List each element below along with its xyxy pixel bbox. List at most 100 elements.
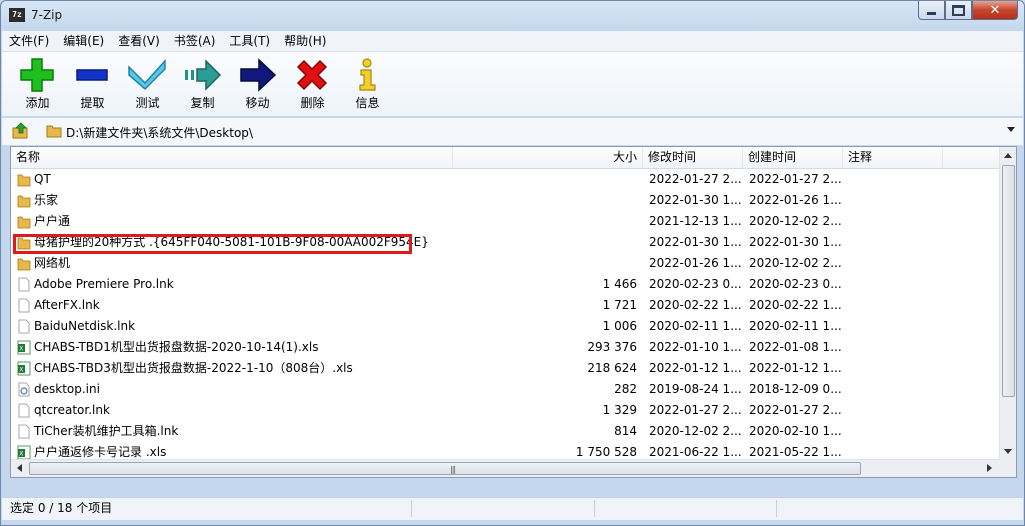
file-name-cell: 户户通: [17, 211, 447, 232]
scroll-grip-icon: |||: [450, 465, 456, 474]
file-name: desktop.ini: [34, 382, 100, 396]
menu-tools[interactable]: 工具(T): [222, 31, 277, 51]
menu-bar: 文件(F) 编辑(E) 查看(V) 书签(A) 工具(T) 帮助(H): [2, 31, 1023, 52]
file-name: AfterFX.lnk: [34, 298, 100, 312]
title-bar[interactable]: 7z 7-Zip ✕: [1, 1, 1024, 31]
test-button[interactable]: 测试: [120, 52, 175, 114]
file-row[interactable]: qtcreator.lnk 1 329 2022-01-27 2... 2022-01…: [11, 400, 1001, 421]
column-comment[interactable]: 注释: [843, 147, 943, 168]
file-size: [457, 253, 637, 274]
delete-label: 删除: [300, 96, 325, 110]
vertical-scroll-thumb[interactable]: [1002, 165, 1015, 397]
file-modified: 2022-01-27 2...: [649, 172, 741, 186]
delete-button[interactable]: 删除: [285, 52, 340, 114]
minimize-icon: [927, 11, 936, 15]
up-folder-icon[interactable]: [12, 122, 30, 140]
scroll-up-icon[interactable]: [1004, 153, 1012, 158]
add-button[interactable]: 添加: [10, 52, 65, 114]
file-created: 2020-02-10 1...: [749, 424, 841, 438]
add-label: 添加: [25, 96, 50, 110]
move-button[interactable]: 移动: [230, 52, 285, 114]
file-name-cell: QT: [17, 169, 447, 190]
copy-button[interactable]: 复制: [175, 52, 230, 114]
scroll-down-icon[interactable]: [1004, 449, 1012, 454]
file-name: 户户通: [34, 214, 71, 228]
list-rows: QT 2022-01-27 2... 2022-01-27 2... 乐家 2022-0…: [11, 169, 1001, 477]
file-name-cell: desktop.ini: [17, 379, 447, 400]
address-input[interactable]: D:\新建文件夹\系统文件\Desktop\: [66, 124, 253, 141]
toolbar: 添加 提取 测试 复制 移动 删除 信息: [2, 52, 1023, 116]
horizontal-scroll-thumb[interactable]: |||: [29, 462, 861, 475]
minimize-button[interactable]: [918, 1, 945, 20]
file-name: CHABS-TBD3机型出货报盘数据-2022-1-10（808台）.xls: [34, 361, 353, 375]
file-name: QT: [34, 172, 51, 186]
file-created: 2020-02-23 0...: [749, 277, 841, 291]
maximize-button[interactable]: [945, 1, 972, 20]
file-name-cell: TiCher装机维护工具箱.lnk: [17, 421, 447, 442]
file-modified: 2022-01-27 2...: [649, 403, 741, 417]
file-name-cell: X CHABS-TBD3机型出货报盘数据-2022-1-10（808台）.xls: [17, 358, 447, 379]
menu-bookmarks[interactable]: 书签(A): [167, 31, 223, 51]
file-created: 2022-01-30 1...: [749, 235, 841, 249]
checkmark-icon: [128, 59, 166, 91]
file-name-cell: qtcreator.lnk: [17, 400, 447, 421]
info-button[interactable]: 信息: [340, 52, 395, 114]
extract-button[interactable]: 提取: [65, 52, 120, 114]
file-name: qtcreator.lnk: [34, 403, 110, 417]
file-name: TiCher装机维护工具箱.lnk: [34, 424, 179, 438]
close-button[interactable]: ✕: [972, 1, 1018, 20]
file-icon: [17, 424, 31, 439]
column-name[interactable]: 名称: [11, 147, 453, 168]
file-row[interactable]: Adobe Premiere Pro.lnk 1 466 2020-02-23 0.…: [11, 274, 1001, 295]
menu-edit[interactable]: 编辑(E): [56, 31, 111, 51]
file-name-cell: 乐家: [17, 190, 447, 211]
file-row[interactable]: desktop.ini 282 2019-08-24 1... 2018-12-09 …: [11, 379, 1001, 400]
file-size: 1 329: [602, 403, 637, 417]
file-row[interactable]: AfterFX.lnk 1 721 2020-02-22 1... 2020-02-2…: [11, 295, 1001, 316]
scroll-right-icon[interactable]: [987, 464, 992, 472]
file-name: 网络机: [34, 256, 71, 270]
file-row[interactable]: X CHABS-TBD3机型出货报盘数据-2022-1-10（808台）.xls 2…: [11, 358, 1001, 379]
file-size: 218 624: [587, 361, 637, 375]
file-row[interactable]: 乐家 2022-01-30 1... 2022-01-26 1...: [11, 190, 1001, 211]
address-dropdown-icon[interactable]: [1007, 127, 1015, 132]
file-row[interactable]: 网络机 2022-01-26 1... 2020-12-02 2...: [11, 253, 1001, 274]
copy-arrow-icon: [185, 59, 222, 91]
horizontal-scrollbar[interactable]: |||: [11, 459, 1001, 477]
file-row[interactable]: 户户通 2021-12-13 1... 2020-12-02 2...: [11, 211, 1001, 232]
file-name-cell: AfterFX.lnk: [17, 295, 447, 316]
menu-help[interactable]: 帮助(H): [277, 31, 333, 51]
file-created: 2020-12-02 2...: [749, 256, 841, 270]
status-panel-date: [596, 500, 777, 517]
column-modified[interactable]: 修改时间: [643, 147, 743, 168]
file-row[interactable]: BaiduNetdisk.lnk 1 006 2020-02-11 1... 2020…: [11, 316, 1001, 337]
status-panel-size: [414, 500, 595, 517]
file-created: 2022-01-27 2...: [749, 403, 841, 417]
file-name: Adobe Premiere Pro.lnk: [34, 277, 174, 291]
scroll-left-icon[interactable]: [17, 464, 22, 472]
scroll-corner: [1000, 460, 1016, 477]
info-label: 信息: [355, 96, 380, 110]
column-created[interactable]: 创建时间: [743, 147, 843, 168]
file-modified: 2020-02-11 1...: [649, 319, 741, 333]
column-size[interactable]: 大小: [453, 147, 643, 168]
file-size: [457, 169, 637, 190]
menu-file[interactable]: 文件(F): [2, 31, 56, 51]
file-name: CHABS-TBD1机型出货报盘数据-2020-10-14(1).xls: [34, 340, 319, 354]
menu-view[interactable]: 查看(V): [111, 31, 167, 51]
file-row[interactable]: X CHABS-TBD1机型出货报盘数据-2020-10-14(1).xls 293…: [11, 337, 1001, 358]
file-row[interactable]: TiCher装机维护工具箱.lnk 814 2020-12-02 2... 2020-…: [11, 421, 1001, 442]
vertical-scrollbar[interactable]: [999, 147, 1016, 461]
file-size: 1 006: [602, 319, 637, 333]
file-name-cell: Adobe Premiere Pro.lnk: [17, 274, 447, 295]
file-icon: [17, 277, 31, 292]
file-created: 2022-01-27 2...: [749, 172, 841, 186]
file-modified: 2022-01-30 1...: [649, 235, 741, 249]
move-arrow-icon: [240, 58, 277, 92]
file-modified: 2021-12-13 1...: [649, 214, 741, 228]
file-size: 814: [614, 424, 637, 438]
file-name: BaiduNetdisk.lnk: [34, 319, 136, 333]
file-list: 名称 大小 修改时间 创建时间 注释 QT 2022-01-27 2... 2022…: [10, 146, 1017, 478]
file-row[interactable]: QT 2022-01-27 2... 2022-01-27 2...: [11, 169, 1001, 190]
file-size: 1 721: [602, 298, 637, 312]
